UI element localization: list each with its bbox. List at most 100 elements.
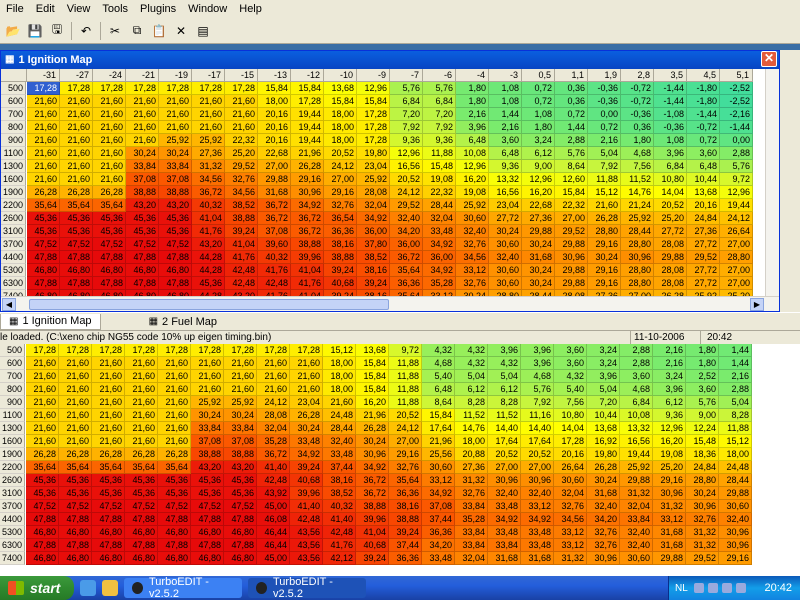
map-cell[interactable]: 21,60 (159, 108, 192, 121)
map-cell[interactable]: 45,36 (191, 474, 224, 487)
map-cell[interactable]: 17,28 (125, 344, 158, 357)
map-cell[interactable]: -1,08 (654, 108, 687, 121)
map-cell[interactable]: 30,60 (489, 277, 522, 290)
map-cell[interactable]: 27,00 (720, 264, 753, 277)
map-cell[interactable]: 18,00 (324, 108, 357, 121)
map-cell[interactable]: 32,04 (257, 422, 290, 435)
map-cell[interactable]: 45,36 (27, 212, 60, 225)
map-cell[interactable]: 20,52 (389, 409, 422, 422)
map-cell[interactable]: 30,24 (588, 251, 621, 264)
map-cell[interactable]: 45,36 (59, 474, 92, 487)
map-cell[interactable]: 17,28 (159, 82, 192, 95)
map-cell[interactable]: 21,60 (60, 160, 93, 173)
map-cell[interactable]: 32,76 (686, 513, 719, 526)
menu-plugins[interactable]: Plugins (134, 0, 182, 18)
map-cell[interactable]: 1,80 (522, 121, 555, 134)
map-cell[interactable]: 28,80 (621, 277, 654, 290)
map-cell[interactable]: 3,96 (654, 147, 687, 160)
map-cell[interactable]: 21,60 (125, 435, 158, 448)
map-cell[interactable]: 46,80 (26, 552, 59, 565)
map-cell[interactable]: 42,48 (257, 474, 290, 487)
map-cell[interactable]: 25,92 (456, 199, 489, 212)
map-cell[interactable]: 16,56 (390, 160, 423, 173)
map-cell[interactable]: 46,80 (92, 526, 125, 539)
map-cell[interactable]: -0,36 (654, 121, 687, 134)
map-cell[interactable]: 30,24 (522, 264, 555, 277)
map-cell[interactable]: 47,88 (93, 251, 126, 264)
map-cell[interactable]: 39,24 (290, 461, 323, 474)
map-cell[interactable]: 2,16 (456, 108, 489, 121)
map-cell[interactable]: 32,40 (620, 539, 653, 552)
map-cell[interactable]: 19,44 (291, 121, 324, 134)
map-cell[interactable]: 0,72 (555, 108, 588, 121)
map-cell[interactable]: 21,60 (158, 396, 191, 409)
map-cell[interactable]: 5,04 (455, 370, 488, 383)
map-cell[interactable]: 44,28 (192, 251, 225, 264)
map-cell[interactable]: 29,88 (555, 238, 588, 251)
map-cell[interactable]: 34,20 (390, 225, 423, 238)
map-cell[interactable]: 31,68 (521, 552, 554, 565)
map-cell[interactable]: 47,88 (26, 539, 59, 552)
map-cell[interactable]: -0,36 (621, 108, 654, 121)
map-cell[interactable]: 5,40 (554, 383, 587, 396)
map-cell[interactable]: 33,48 (488, 500, 521, 513)
map-cell[interactable]: 14,76 (621, 186, 654, 199)
map-cell[interactable]: 16,20 (456, 173, 489, 186)
map-cell[interactable]: 30,24 (290, 422, 323, 435)
map-cell[interactable]: 1,80 (456, 95, 489, 108)
map-cell[interactable]: 18,00 (258, 95, 291, 108)
map-cell[interactable]: 15,12 (323, 344, 356, 357)
map-cell[interactable]: 41,76 (225, 251, 258, 264)
map-cell[interactable]: -2,52 (720, 95, 753, 108)
map-cell[interactable]: 21,60 (26, 435, 59, 448)
map-cell[interactable]: 46,80 (60, 264, 93, 277)
map-cell[interactable]: 21,60 (92, 383, 125, 396)
map-cell[interactable]: 7,92 (588, 160, 621, 173)
map-cell[interactable]: 41,76 (258, 264, 291, 277)
map-cell[interactable]: 21,60 (26, 409, 59, 422)
map-cell[interactable]: 19,44 (620, 448, 653, 461)
map-cell[interactable]: 32,76 (587, 526, 620, 539)
map-cell[interactable]: 47,88 (191, 539, 224, 552)
map-cell[interactable]: 26,28 (60, 186, 93, 199)
map-cell[interactable]: 47,88 (27, 277, 60, 290)
map-cell[interactable]: 29,88 (654, 251, 687, 264)
map-cell[interactable]: 31,32 (620, 487, 653, 500)
window-title-bar[interactable]: ▦ 1 Ignition Map (1, 51, 779, 69)
map-cell[interactable]: 4,68 (521, 370, 554, 383)
map-cell[interactable]: 21,60 (26, 422, 59, 435)
map-cell[interactable]: 30,24 (191, 409, 224, 422)
map-cell[interactable]: 47,88 (59, 513, 92, 526)
vertical-scrollbar[interactable] (765, 69, 779, 296)
map-cell[interactable]: 21,60 (257, 383, 290, 396)
map-cell[interactable]: 3,60 (686, 383, 719, 396)
tray-icon[interactable] (707, 583, 718, 593)
map-cell[interactable]: 28,08 (654, 277, 687, 290)
map-cell[interactable]: 45,36 (158, 474, 191, 487)
map-cell[interactable]: 17,28 (224, 344, 257, 357)
map-cell[interactable]: 3,60 (554, 344, 587, 357)
map-cell[interactable]: 29,88 (719, 487, 752, 500)
map-cell[interactable]: 4,32 (422, 344, 455, 357)
map-cell[interactable]: 33,48 (422, 552, 455, 565)
map-cell[interactable]: 42,48 (258, 277, 291, 290)
map-cell[interactable]: 12,96 (390, 147, 423, 160)
map-cell[interactable]: 10,80 (654, 173, 687, 186)
map-cell[interactable]: 20,52 (324, 147, 357, 160)
map-cell[interactable]: 28,44 (719, 474, 752, 487)
map-cell[interactable]: 14,40 (521, 422, 554, 435)
map-cell[interactable]: 45,36 (27, 225, 60, 238)
map-cell[interactable]: 25,92 (224, 396, 257, 409)
map-cell[interactable]: 12,60 (555, 173, 588, 186)
map-cell[interactable]: 2,88 (719, 383, 752, 396)
map-cell[interactable]: 32,40 (488, 487, 521, 500)
map-cell[interactable]: 47,52 (125, 500, 158, 513)
map-cell[interactable]: 4,68 (620, 383, 653, 396)
map-cell[interactable]: 31,32 (192, 160, 225, 173)
map-cell[interactable]: 46,80 (191, 526, 224, 539)
map-cell[interactable]: 40,68 (356, 539, 389, 552)
map-cell[interactable]: 21,60 (60, 134, 93, 147)
map-cell[interactable]: 47,52 (224, 500, 257, 513)
map-cell[interactable]: 17,28 (357, 134, 390, 147)
map-cell[interactable]: 33,12 (554, 526, 587, 539)
